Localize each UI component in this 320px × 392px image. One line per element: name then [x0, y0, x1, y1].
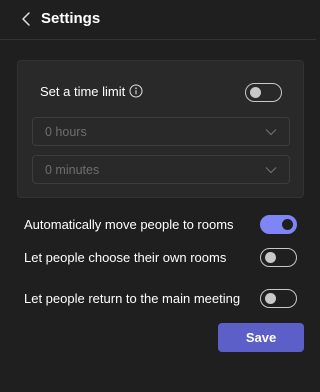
time-limit-label: Set a time limit: [40, 84, 126, 99]
save-button[interactable]: Save: [218, 323, 304, 352]
hours-value: 0 hours: [45, 125, 87, 139]
auto-move-label: Automatically move people to rooms: [24, 217, 234, 232]
toggle-knob: [265, 252, 276, 263]
info-icon[interactable]: [129, 84, 143, 98]
chevron-down-icon: [265, 129, 277, 136]
toggle-knob: [265, 293, 276, 304]
page-title: Settings: [41, 10, 101, 27]
minutes-select[interactable]: 0 minutes: [32, 155, 290, 184]
minutes-value: 0 minutes: [45, 163, 100, 177]
chevron-left-icon: [22, 12, 30, 26]
settings-header: Settings: [0, 0, 316, 40]
time-limit-toggle[interactable]: [245, 83, 282, 102]
hours-select[interactable]: 0 hours: [32, 117, 290, 146]
toggle-knob: [250, 87, 261, 98]
return-main-toggle[interactable]: [260, 289, 297, 308]
time-limit-card: Set a time limit 0 hours 0 minutes: [17, 60, 304, 198]
back-button[interactable]: [20, 10, 34, 28]
toggle-knob: [282, 219, 293, 230]
auto-move-toggle[interactable]: [260, 215, 297, 234]
return-main-label: Let people return to the main meeting: [24, 291, 241, 306]
choose-rooms-label: Let people choose their own rooms: [24, 250, 227, 265]
choose-rooms-toggle[interactable]: [260, 248, 297, 267]
chevron-down-icon: [265, 167, 277, 174]
